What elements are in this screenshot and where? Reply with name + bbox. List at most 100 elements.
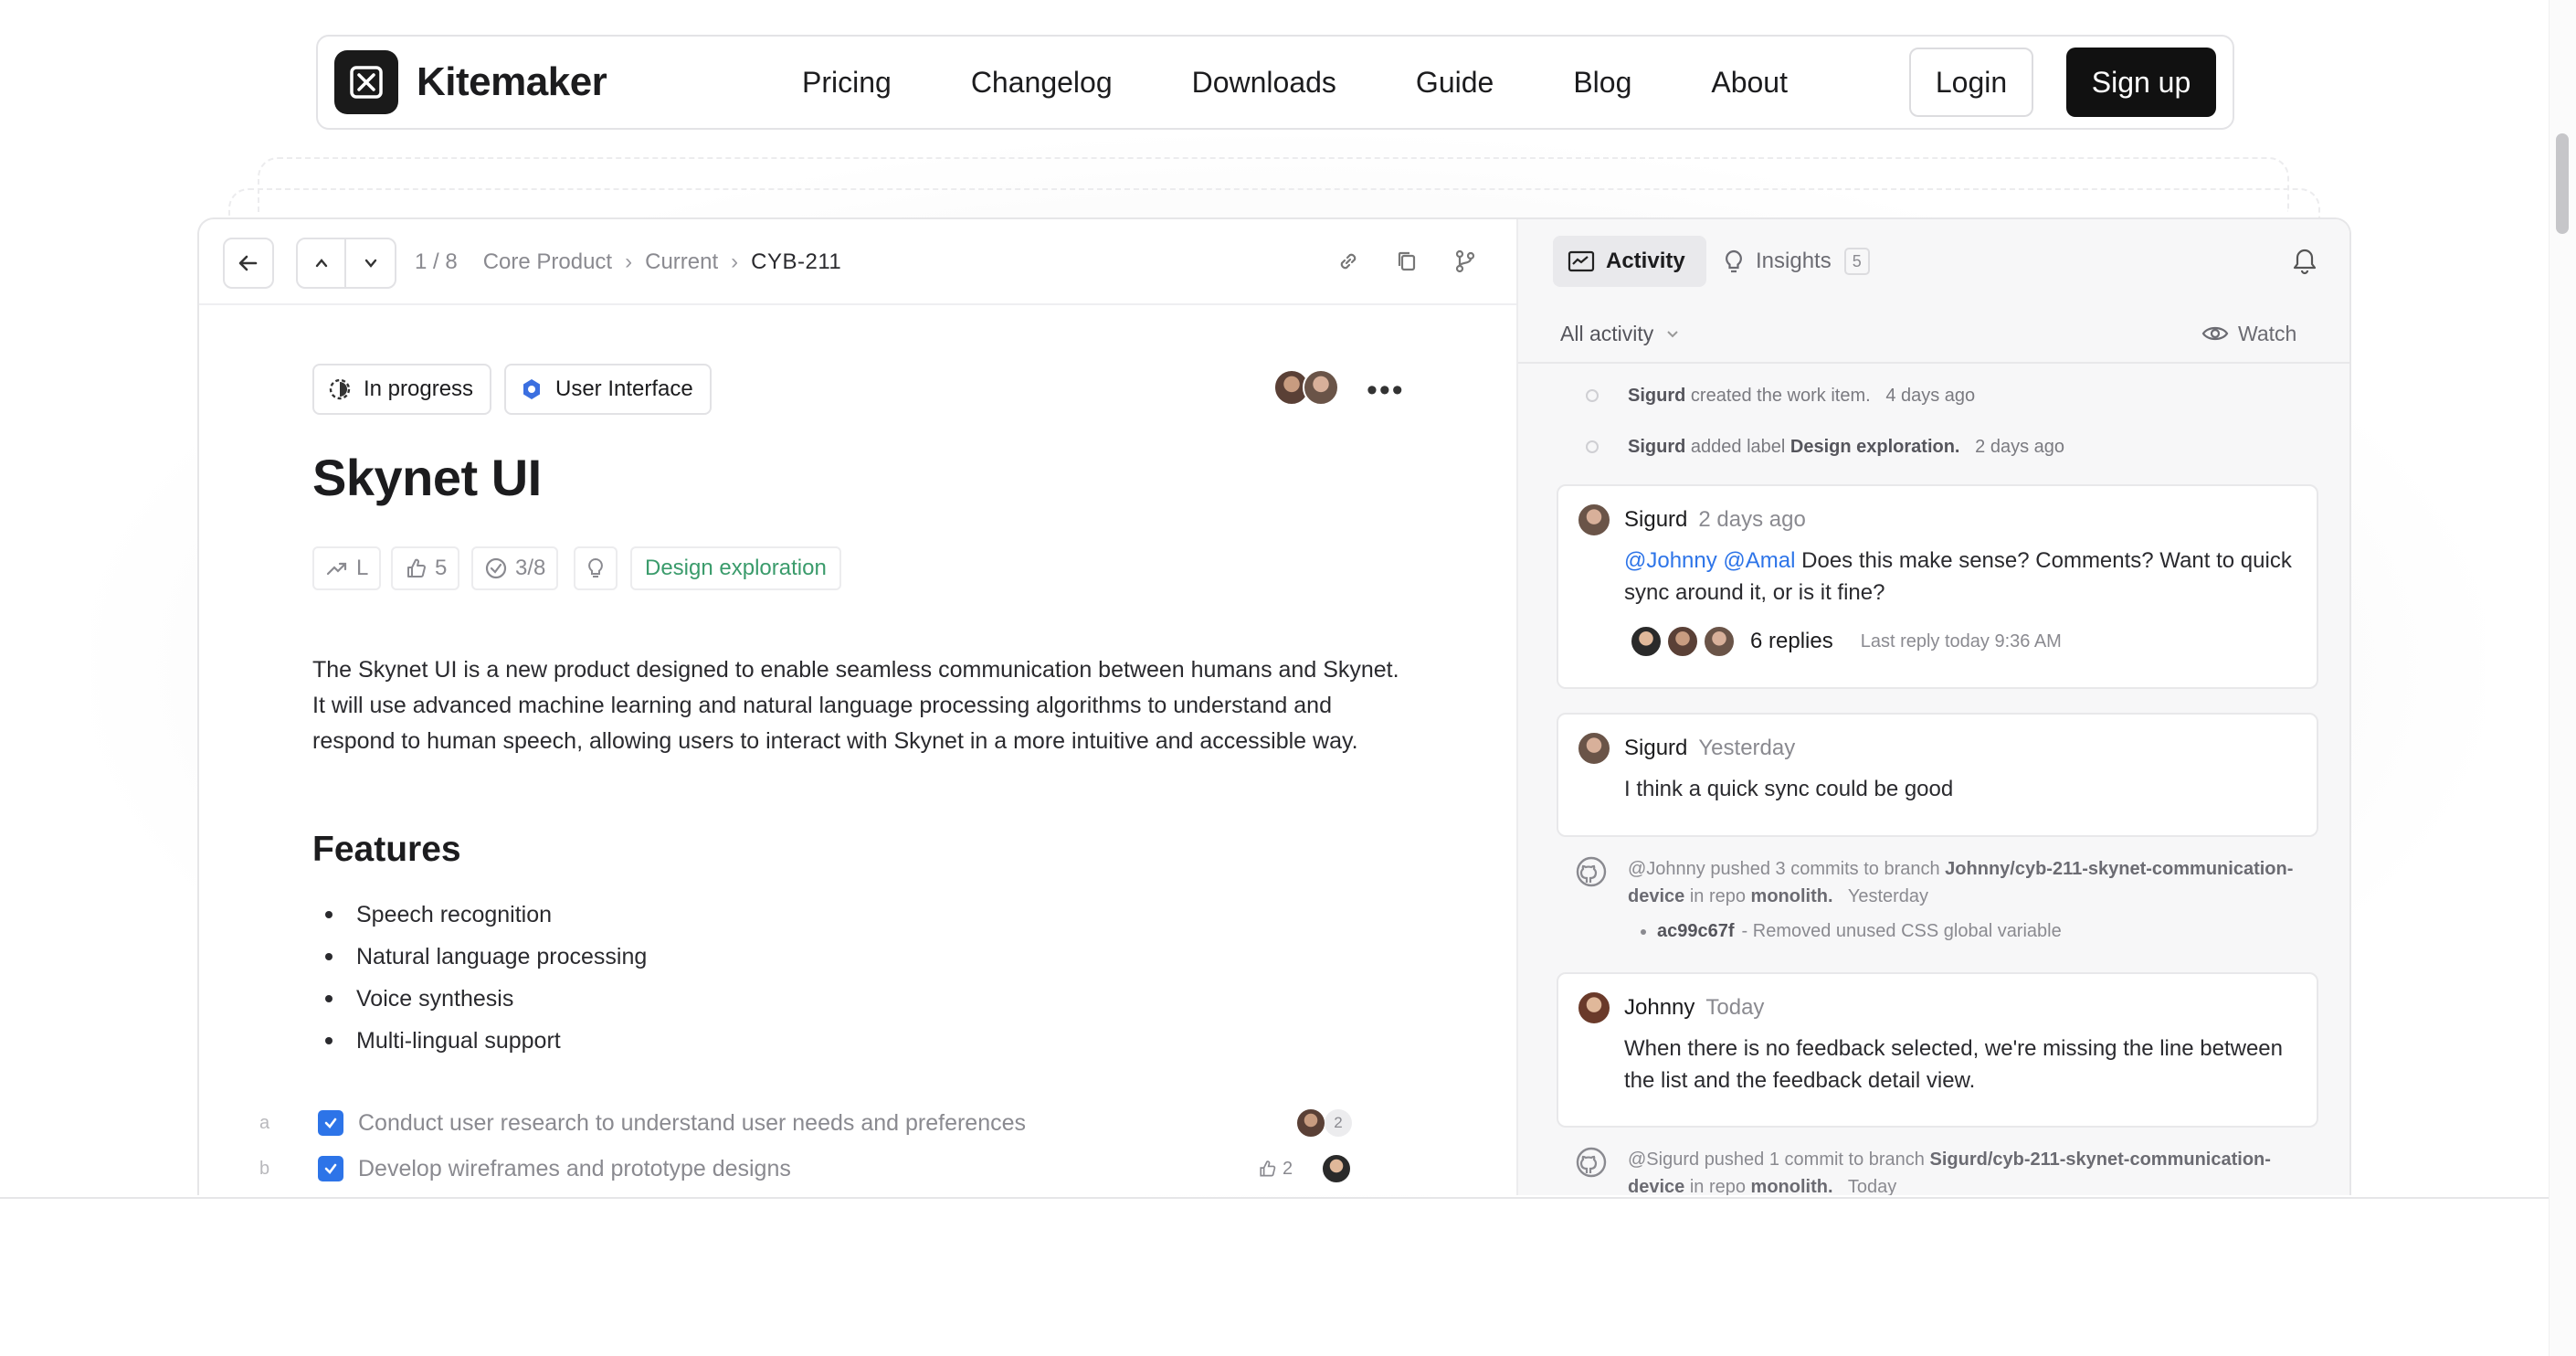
label-design-exploration[interactable]: Design exploration (630, 546, 841, 590)
todo-letter: b (259, 1158, 270, 1179)
event-dot (1586, 389, 1599, 402)
insights-count-badge: 5 (1843, 248, 1870, 275)
todo-text: Develop wireframes and prototype designs (358, 1155, 791, 1181)
check-icon (324, 1163, 337, 1174)
login-button[interactable]: Login (1909, 48, 2033, 117)
notifications-button[interactable] (2291, 247, 2318, 281)
event-text: Sigurd added label Design exploration. 2… (1628, 436, 2065, 457)
todo-watchers: 2 (1257, 1159, 1293, 1180)
next-item-button[interactable] (346, 239, 395, 287)
work-item-pane: 1 / 8 Core Product › Current › CYB-211 I… (199, 219, 1516, 1195)
lightbulb-icon (588, 557, 603, 577)
breadcrumb-board[interactable]: Current (645, 249, 718, 275)
item-position: 1 / 8 (415, 249, 458, 274)
todo-checkbox[interactable] (318, 1110, 343, 1136)
comment-author: Sigurd Yesterday (1577, 731, 1795, 766)
comment-time: Yesterday (1698, 736, 1796, 760)
area-chip[interactable]: User Interface (504, 364, 712, 415)
event-text: Sigurd created the work item. 4 days ago (1628, 385, 1976, 406)
nav-link-about[interactable]: About (1711, 66, 1788, 100)
copy-icon (1398, 251, 1416, 271)
list-item: Multi-lingual support (312, 1020, 647, 1062)
breadcrumb-item-id[interactable]: CYB-211 (751, 249, 841, 275)
brand[interactable]: Kitemaker (334, 50, 607, 114)
todo-item[interactable]: a Conduct user research to understand us… (199, 1102, 1516, 1144)
nav-link-changelog[interactable]: Changelog (971, 66, 1113, 100)
copy-link-button[interactable] (1330, 241, 1367, 281)
chevron-up-icon (315, 259, 327, 268)
replies-count: 6 replies (1750, 629, 1833, 653)
comment-time: Today (1705, 995, 1765, 1020)
avatar (1666, 625, 1699, 658)
hexagon-icon (523, 379, 540, 399)
avatar (1577, 731, 1611, 766)
page-divider (0, 1197, 2549, 1199)
signup-button[interactable]: Sign up (2066, 48, 2216, 117)
check-circle-icon (485, 557, 507, 579)
comment-author-name: Sigurd (1624, 736, 1688, 760)
avatar (1703, 625, 1736, 658)
watch-label: Watch (2238, 321, 2297, 345)
nav-link-guide[interactable]: Guide (1416, 66, 1494, 100)
avatar (1577, 991, 1611, 1025)
comment-card[interactable]: Johnny Today When there is no feedback s… (1557, 972, 2318, 1128)
status-chip[interactable]: In progress (312, 364, 492, 415)
activity-filter-label: All activity (1560, 321, 1654, 345)
avatar (1321, 1153, 1352, 1184)
nav-link-downloads[interactable]: Downloads (1192, 66, 1336, 100)
tab-activity[interactable]: Activity (1553, 236, 1706, 287)
insight-property[interactable] (574, 546, 618, 590)
activity-filter-bar: All activity Watch (1518, 305, 2349, 364)
item-description[interactable]: The Skynet UI is a new product designed … (312, 652, 1399, 759)
thumbs-up-icon (1260, 1160, 1276, 1177)
scrollbar-thumb[interactable] (2556, 133, 2569, 234)
activity-tabs: Activity Insights 5 (1518, 219, 2349, 305)
effort-property[interactable]: L (312, 546, 382, 590)
git-branch-icon (1455, 249, 1475, 273)
nav-link-pricing[interactable]: Pricing (802, 66, 892, 100)
todo-item[interactable]: b Develop wireframes and prototype desig… (199, 1148, 1516, 1190)
activity-filter-dropdown[interactable]: All activity (1560, 322, 1681, 346)
avatar (1577, 503, 1611, 537)
bullet (1641, 928, 1646, 935)
breadcrumb-space[interactable]: Core Product (483, 249, 612, 275)
watchers-property[interactable]: 5 (391, 546, 460, 590)
bell-icon (2293, 249, 2317, 275)
page-title[interactable]: Skynet UI (312, 448, 542, 507)
trend-up-icon (326, 562, 347, 576)
tab-insights-label: Insights (1756, 249, 1832, 273)
checklist-property[interactable]: 3/8 (471, 546, 559, 590)
activity-pane: Activity Insights 5 All activity Watch S… (1516, 219, 2349, 1195)
tab-activity-label: Activity (1606, 249, 1685, 273)
breadcrumb-separator: › (625, 249, 633, 274)
comment-replies[interactable]: 6 replies Last reply today 9:36 AM (1630, 625, 2062, 658)
link-icon (1340, 253, 1357, 270)
github-icon (1576, 856, 1607, 887)
more-options-icon[interactable]: ••• (1367, 373, 1405, 408)
copy-button[interactable] (1388, 241, 1425, 281)
todo-text: Conduct user research to understand user… (358, 1109, 1027, 1136)
comment-author-name: Johnny (1624, 995, 1695, 1020)
kitemaker-logo-icon (334, 50, 398, 114)
commit-entry[interactable]: ac99c67f - Removed unused CSS global var… (1641, 921, 2062, 942)
avatar (1630, 625, 1663, 658)
nav-links: Pricing Changelog Downloads Guide Blog A… (802, 37, 1867, 128)
tab-insights[interactable]: Insights 5 (1723, 236, 1870, 287)
previous-item-button[interactable] (298, 239, 347, 287)
nav-link-blog[interactable]: Blog (1573, 66, 1631, 100)
comment-body: I think a quick sync could be good (1624, 777, 1954, 801)
activity-event: Sigurd added label Design exploration. 2… (1518, 433, 2349, 461)
todo-checkbox[interactable] (318, 1156, 343, 1181)
assignee-avatars[interactable] (1273, 369, 1339, 406)
comment-card[interactable]: Sigurd Yesterday I think a quick sync co… (1557, 713, 2318, 837)
git-branch-button[interactable] (1447, 241, 1483, 281)
comment-author: Sigurd 2 days ago (1577, 503, 1806, 537)
list-item: Speech recognition (312, 894, 647, 936)
thumbs-up-icon (407, 558, 426, 577)
comment-time: 2 days ago (1698, 507, 1806, 532)
in-progress-icon (329, 378, 351, 400)
watch-button[interactable]: Watch (2201, 322, 2296, 346)
avatar (1295, 1107, 1326, 1139)
comment-card[interactable]: Sigurd 2 days ago @Johnny @Amal Does thi… (1557, 484, 2318, 689)
back-button[interactable] (223, 238, 274, 289)
